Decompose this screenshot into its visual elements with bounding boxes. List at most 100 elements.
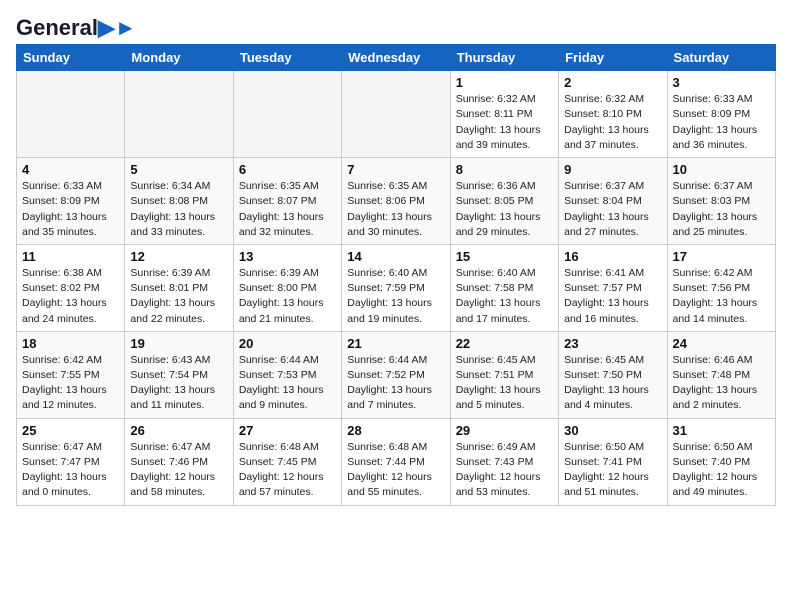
day-number: 2 (564, 75, 661, 90)
calendar-cell (233, 71, 341, 158)
calendar-cell: 31Sunrise: 6:50 AM Sunset: 7:40 PM Dayli… (667, 418, 775, 505)
day-info: Sunrise: 6:35 AM Sunset: 8:06 PM Dayligh… (347, 179, 444, 240)
calendar-cell: 30 Sunrise: 6:50 AM Sunset: 7:41 PM Dayli… (559, 418, 667, 505)
logo-general: General▶ (16, 15, 115, 40)
day-number: 15 (456, 249, 553, 264)
calendar-cell: 1Sunrise: 6:32 AM Sunset: 8:11 PM Daylig… (450, 71, 558, 158)
day-number: 22 (456, 336, 553, 351)
day-number: 28 (347, 423, 444, 438)
page-header: General▶► (16, 16, 776, 36)
logo-text: General▶► (16, 16, 137, 40)
calendar-cell: 2 Sunrise: 6:32 AM Sunset: 8:10 PM Daylig… (559, 71, 667, 158)
day-info: Sunrise: 6:40 AM Sunset: 7:59 PM Dayligh… (347, 266, 444, 327)
calendar-cell: 10 Sunrise: 6:37 AM Sunset: 8:03 PM Dayli… (667, 158, 775, 245)
day-info: Sunrise: 6:36 AM Sunset: 8:05 PM Dayligh… (456, 179, 553, 240)
day-info: Sunrise: 6:32 AM Sunset: 8:11 PM Dayligh… (456, 92, 553, 153)
day-number: 6 (239, 162, 336, 177)
week-row-5: 25 Sunrise: 6:47 AM Sunset: 7:47 PM Dayli… (17, 418, 776, 505)
weekday-header-row: SundayMondayTuesdayWednesdayThursdayFrid… (17, 45, 776, 71)
calendar-cell: 3Sunrise: 6:33 AM Sunset: 8:09 PM Daylig… (667, 71, 775, 158)
day-info: Sunrise: 6:34 AM Sunset: 8:08 PM Dayligh… (130, 179, 227, 240)
week-row-3: 11Sunrise: 6:38 AM Sunset: 8:02 PM Dayli… (17, 244, 776, 331)
calendar-cell (342, 71, 450, 158)
day-number: 31 (673, 423, 770, 438)
day-number: 4 (22, 162, 119, 177)
day-info: Sunrise: 6:35 AM Sunset: 8:07 PM Dayligh… (239, 179, 336, 240)
day-info: Sunrise: 6:48 AM Sunset: 7:44 PM Dayligh… (347, 440, 444, 501)
day-info: Sunrise: 6:38 AM Sunset: 8:02 PM Dayligh… (22, 266, 119, 327)
calendar-cell (125, 71, 233, 158)
calendar-cell: 20 Sunrise: 6:44 AM Sunset: 7:53 PM Dayli… (233, 331, 341, 418)
weekday-header-wednesday: Wednesday (342, 45, 450, 71)
calendar-cell: 25 Sunrise: 6:47 AM Sunset: 7:47 PM Dayli… (17, 418, 125, 505)
calendar-cell (17, 71, 125, 158)
day-info: Sunrise: 6:44 AM Sunset: 7:53 PM Dayligh… (239, 353, 336, 414)
day-info: Sunrise: 6:39 AM Sunset: 8:00 PM Dayligh… (239, 266, 336, 327)
weekday-header-thursday: Thursday (450, 45, 558, 71)
day-info: Sunrise: 6:42 AM Sunset: 7:56 PM Dayligh… (673, 266, 770, 327)
week-row-1: 1Sunrise: 6:32 AM Sunset: 8:11 PM Daylig… (17, 71, 776, 158)
day-info: Sunrise: 6:41 AM Sunset: 7:57 PM Dayligh… (564, 266, 661, 327)
day-number: 25 (22, 423, 119, 438)
day-number: 27 (239, 423, 336, 438)
calendar-cell: 19 Sunrise: 6:43 AM Sunset: 7:54 PM Dayli… (125, 331, 233, 418)
day-number: 18 (22, 336, 119, 351)
day-info: Sunrise: 6:44 AM Sunset: 7:52 PM Dayligh… (347, 353, 444, 414)
weekday-header-monday: Monday (125, 45, 233, 71)
calendar-cell: 6 Sunrise: 6:35 AM Sunset: 8:07 PM Daylig… (233, 158, 341, 245)
day-info: Sunrise: 6:33 AM Sunset: 8:09 PM Dayligh… (22, 179, 119, 240)
day-info: Sunrise: 6:40 AM Sunset: 7:58 PM Dayligh… (456, 266, 553, 327)
calendar-table: SundayMondayTuesdayWednesdayThursdayFrid… (16, 44, 776, 505)
day-number: 30 (564, 423, 661, 438)
day-number: 10 (673, 162, 770, 177)
day-number: 5 (130, 162, 227, 177)
day-info: Sunrise: 6:46 AM Sunset: 7:48 PM Dayligh… (673, 353, 770, 414)
day-number: 29 (456, 423, 553, 438)
calendar-cell: 14 Sunrise: 6:40 AM Sunset: 7:59 PM Dayli… (342, 244, 450, 331)
calendar-cell: 22Sunrise: 6:45 AM Sunset: 7:51 PM Dayli… (450, 331, 558, 418)
calendar-cell: 4 Sunrise: 6:33 AM Sunset: 8:09 PM Daylig… (17, 158, 125, 245)
week-row-2: 4 Sunrise: 6:33 AM Sunset: 8:09 PM Daylig… (17, 158, 776, 245)
calendar-cell: 16 Sunrise: 6:41 AM Sunset: 7:57 PM Dayli… (559, 244, 667, 331)
day-number: 17 (673, 249, 770, 264)
day-number: 21 (347, 336, 444, 351)
day-info: Sunrise: 6:39 AM Sunset: 8:01 PM Dayligh… (130, 266, 227, 327)
day-info: Sunrise: 6:32 AM Sunset: 8:10 PM Dayligh… (564, 92, 661, 153)
calendar-cell: 28 Sunrise: 6:48 AM Sunset: 7:44 PM Dayli… (342, 418, 450, 505)
day-info: Sunrise: 6:47 AM Sunset: 7:46 PM Dayligh… (130, 440, 227, 501)
calendar-cell: 27 Sunrise: 6:48 AM Sunset: 7:45 PM Dayli… (233, 418, 341, 505)
weekday-header-friday: Friday (559, 45, 667, 71)
day-info: Sunrise: 6:33 AM Sunset: 8:09 PM Dayligh… (673, 92, 770, 153)
day-number: 23 (564, 336, 661, 351)
day-number: 26 (130, 423, 227, 438)
weekday-header-saturday: Saturday (667, 45, 775, 71)
logo-blue-text: ► (115, 15, 137, 40)
calendar-cell: 18 Sunrise: 6:42 AM Sunset: 7:55 PM Dayli… (17, 331, 125, 418)
day-info: Sunrise: 6:42 AM Sunset: 7:55 PM Dayligh… (22, 353, 119, 414)
day-info: Sunrise: 6:47 AM Sunset: 7:47 PM Dayligh… (22, 440, 119, 501)
day-number: 20 (239, 336, 336, 351)
day-info: Sunrise: 6:37 AM Sunset: 8:04 PM Dayligh… (564, 179, 661, 240)
day-number: 8 (456, 162, 553, 177)
day-number: 13 (239, 249, 336, 264)
calendar-cell: 15 Sunrise: 6:40 AM Sunset: 7:58 PM Dayli… (450, 244, 558, 331)
day-info: Sunrise: 6:37 AM Sunset: 8:03 PM Dayligh… (673, 179, 770, 240)
calendar-cell: 23Sunrise: 6:45 AM Sunset: 7:50 PM Dayli… (559, 331, 667, 418)
day-info: Sunrise: 6:50 AM Sunset: 7:41 PM Dayligh… (564, 440, 661, 501)
day-number: 24 (673, 336, 770, 351)
day-info: Sunrise: 6:43 AM Sunset: 7:54 PM Dayligh… (130, 353, 227, 414)
calendar-cell: 5 Sunrise: 6:34 AM Sunset: 8:08 PM Daylig… (125, 158, 233, 245)
day-number: 14 (347, 249, 444, 264)
day-number: 16 (564, 249, 661, 264)
calendar-cell: 11Sunrise: 6:38 AM Sunset: 8:02 PM Dayli… (17, 244, 125, 331)
weekday-header-tuesday: Tuesday (233, 45, 341, 71)
calendar-cell: 29Sunrise: 6:49 AM Sunset: 7:43 PM Dayli… (450, 418, 558, 505)
calendar-cell: 9Sunrise: 6:37 AM Sunset: 8:04 PM Daylig… (559, 158, 667, 245)
day-number: 12 (130, 249, 227, 264)
day-number: 19 (130, 336, 227, 351)
calendar-cell: 24 Sunrise: 6:46 AM Sunset: 7:48 PM Dayli… (667, 331, 775, 418)
logo: General▶► (16, 16, 137, 36)
calendar-cell: 12 Sunrise: 6:39 AM Sunset: 8:01 PM Dayli… (125, 244, 233, 331)
calendar-cell: 21 Sunrise: 6:44 AM Sunset: 7:52 PM Dayli… (342, 331, 450, 418)
day-info: Sunrise: 6:48 AM Sunset: 7:45 PM Dayligh… (239, 440, 336, 501)
